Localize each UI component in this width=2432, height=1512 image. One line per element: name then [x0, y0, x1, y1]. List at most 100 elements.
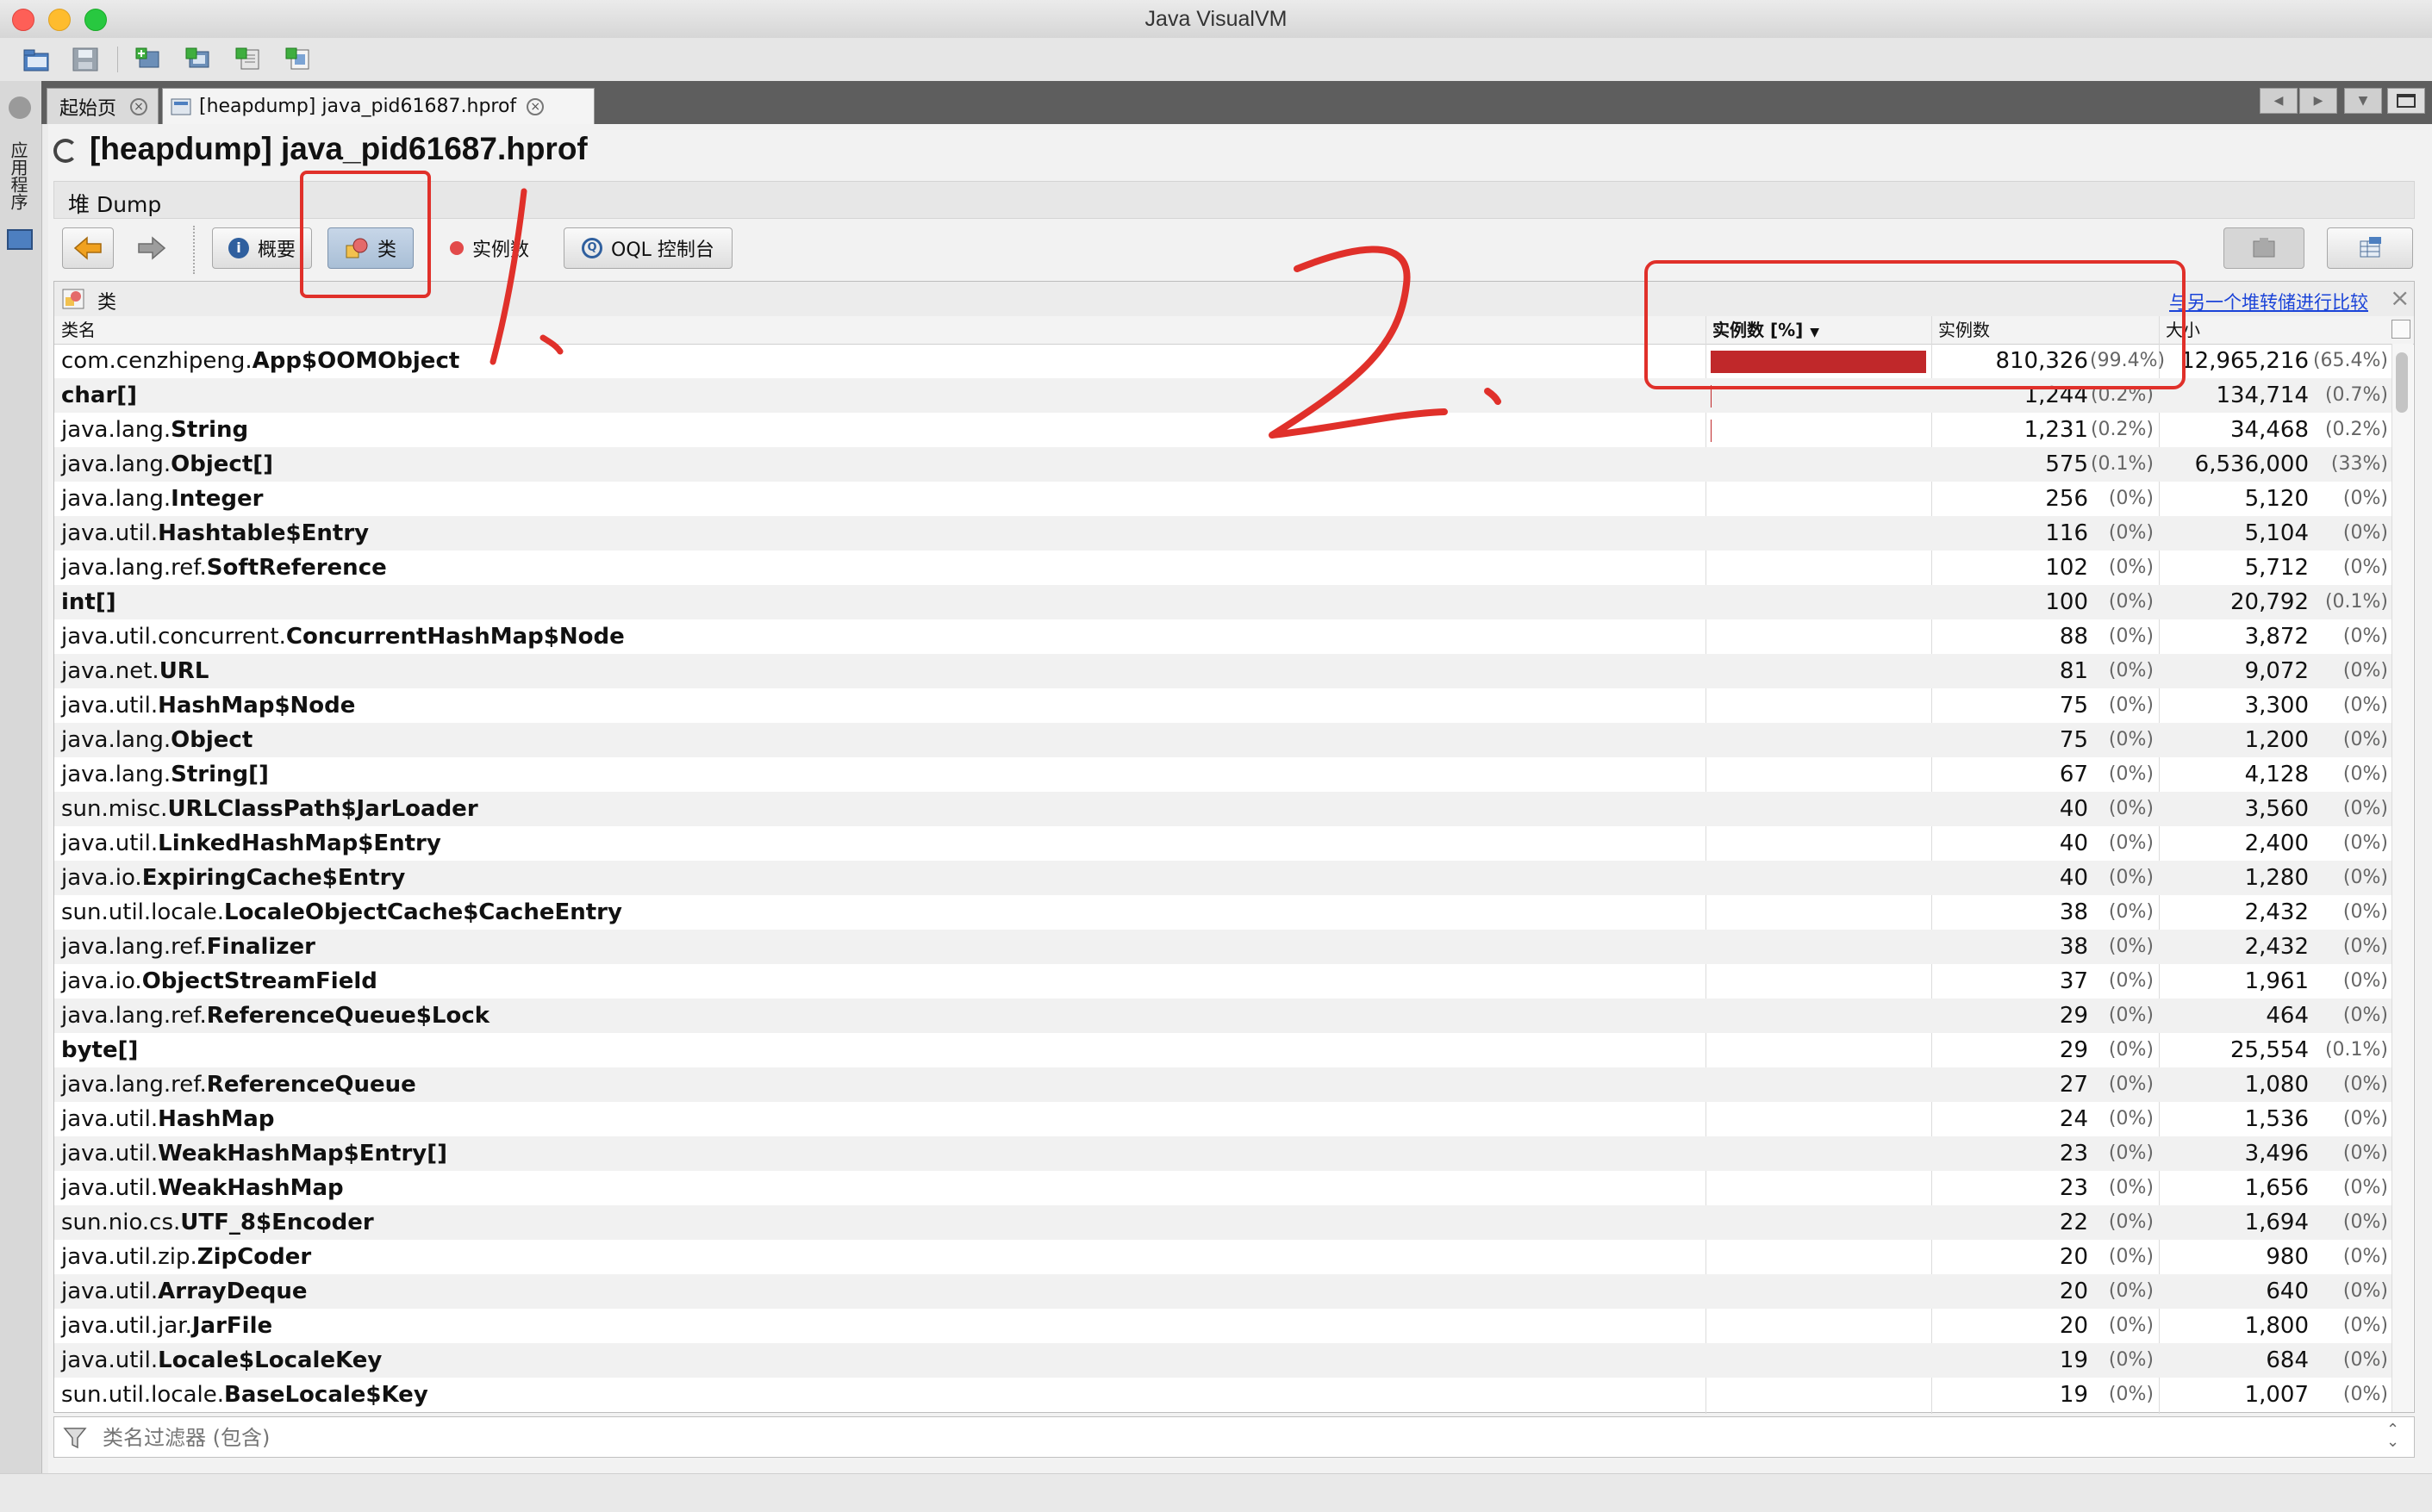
class-name-cell: sun.util.locale.LocaleObjectCache$CacheE… [61, 895, 622, 930]
table-row[interactable]: sun.misc.URLClassPath$JarLoader 40 (0%) 3,5… [54, 792, 2391, 826]
column-header-instances-pct[interactable]: 实例数 [%] ▼ [1712, 316, 1819, 344]
compare-heapdump-link[interactable]: 与另一个堆转储进行比较 [2169, 289, 2368, 314]
applications-tab-label[interactable]: 应用程序 [8, 141, 31, 210]
save-button[interactable] [67, 42, 103, 77]
table-row[interactable]: java.lang.ref.SoftReference 102 (0%) 5,712 (… [54, 551, 2391, 585]
table-row[interactable]: java.lang.ref.Finalizer 38 (0%) 2,432 (0%) [54, 930, 2391, 964]
table-row[interactable]: java.io.ExpiringCache$Entry 40 (0%) 1,280 (0… [54, 861, 2391, 895]
class-name-cell: com.cenzhipeng.App$OOMObject [61, 344, 459, 378]
scrollbar-thumb[interactable] [2396, 352, 2408, 413]
instances-view-button[interactable]: 实例数 [431, 227, 548, 269]
table-row[interactable]: int[] 100 (0%) 20,792 (0.1%) [54, 585, 2391, 619]
size-bytes: 1,200 [2244, 727, 2309, 753]
table-row[interactable]: java.util.Locale$LocaleKey 19 (0%) 684 (0%) [54, 1343, 2391, 1378]
classes-panel-header: 类 与另一个堆转储进行比较 × [54, 282, 2414, 317]
window-title: Java VisualVM [1144, 7, 1288, 31]
snapshot-icon [285, 47, 309, 70]
table-row[interactable]: java.net.URL 81 (0%) 9,072 (0%) [54, 654, 2391, 688]
snapshot-disabled-button[interactable] [2223, 227, 2304, 269]
size-bytes: 3,300 [2244, 693, 2309, 719]
table-row[interactable]: java.lang.String 1,231 (0.2%) 34,468 (0.2%) [54, 413, 2391, 447]
filter-options-stepper-icon[interactable]: ⌃ ⌄ [2386, 1422, 2399, 1450]
open-file-button[interactable] [19, 42, 55, 77]
add-vm-coredump-button[interactable] [231, 42, 267, 77]
maximize-icon [2397, 94, 2416, 108]
add-snapshot-button[interactable] [281, 42, 317, 77]
classes-view-label: 类 [377, 240, 396, 261]
maximize-editor-button[interactable] [2387, 88, 2425, 114]
back-button[interactable] [62, 227, 114, 269]
table-vertical-scrollbar[interactable] [2391, 344, 2413, 1412]
size-percent: (0%) [2342, 1005, 2388, 1026]
size-bytes: 12,965,216 [2180, 348, 2309, 374]
class-package: java.io. [61, 865, 142, 891]
table-row[interactable]: java.lang.Object 75 (0%) 1,200 (0%) [54, 723, 2391, 757]
table-row[interactable]: java.lang.Integer 256 (0%) 5,120 (0%) [54, 482, 2391, 516]
table-row[interactable]: com.cenzhipeng.App$OOMObject 810,326 (99.4… [54, 344, 2391, 378]
close-tab-icon[interactable]: × [527, 97, 545, 115]
table-row[interactable]: java.util.HashMap$Node 75 (0%) 3,300 (0%) [54, 688, 2391, 723]
column-header-size[interactable]: 大小 [2166, 316, 2200, 344]
add-jmx-connection-button[interactable] [131, 42, 167, 77]
oql-console-button[interactable]: Q OQL 控制台 [564, 227, 733, 269]
table-row[interactable]: byte[] 29 (0%) 25,554 (0.1%) [54, 1033, 2391, 1067]
table-row[interactable]: java.util.WeakHashMap 23 (0%) 1,656 (0%) [54, 1171, 2391, 1205]
class-name-cell: byte[] [61, 1033, 138, 1067]
camera-icon [2253, 238, 2275, 258]
heapdump-settings-button[interactable] [2327, 227, 2413, 269]
status-bar [0, 1473, 2432, 1512]
instances-count: 1,244 [2024, 383, 2088, 408]
column-header-instances[interactable]: 实例数 [1938, 316, 1990, 344]
table-row[interactable]: java.lang.Object[] 575 (0.1%) 6,536,000 (33%… [54, 447, 2391, 482]
chevron-left-icon: ◀ [2273, 94, 2284, 108]
class-table-body: com.cenzhipeng.App$OOMObject 810,326 (99.4… [54, 344, 2391, 1412]
instances-count: 67 [2059, 762, 2088, 787]
table-row[interactable]: java.lang.ref.ReferenceQueue 27 (0%) 1,080 (… [54, 1067, 2391, 1102]
table-row[interactable]: char[] 1,244 (0.2%) 134,714 (0.7%) [54, 378, 2391, 413]
size-bytes: 980 [2266, 1244, 2309, 1270]
table-row[interactable]: java.util.WeakHashMap$Entry[] 23 (0%) 3,496… [54, 1136, 2391, 1171]
classes-view-button[interactable]: 类 [327, 227, 414, 269]
table-row[interactable]: java.lang.ref.ReferenceQueue$Lock 29 (0%) 4… [54, 999, 2391, 1033]
tab-list-dropdown[interactable]: ▼ [2344, 88, 2382, 114]
class-name-filter-input[interactable] [101, 1422, 2345, 1453]
table-row[interactable]: java.util.ArrayDeque 20 (0%) 640 (0%) [54, 1274, 2391, 1309]
column-header-class-name[interactable]: 类名 [61, 316, 96, 344]
table-row[interactable]: sun.nio.cs.UTF_8$Encoder 22 (0%) 1,694 (0%) [54, 1205, 2391, 1240]
table-row[interactable]: sun.util.locale.BaseLocale$Key 19 (0%) 1,00… [54, 1378, 2391, 1412]
size-percent: (0%) [2342, 936, 2388, 957]
applications-window-icon[interactable] [7, 229, 33, 250]
close-panel-icon[interactable]: × [2390, 283, 2410, 312]
instance-dot-icon [449, 241, 464, 255]
table-row[interactable]: sun.util.locale.LocaleObjectCache$CacheE… [54, 895, 2391, 930]
forward-button[interactable] [126, 227, 178, 269]
summary-view-button[interactable]: i 概要 [212, 227, 312, 269]
scroll-tabs-right-button[interactable]: ▶ [2299, 88, 2337, 114]
table-row[interactable]: java.util.LinkedHashMap$Entry 40 (0%) 2,400… [54, 826, 2391, 861]
size-percent: (0%) [2342, 488, 2388, 509]
add-connection-icon [135, 47, 159, 68]
table-row[interactable]: java.util.HashMap 24 (0%) 1,536 (0%) [54, 1102, 2391, 1136]
restore-panel-icon[interactable] [9, 96, 31, 119]
instances-count: 1,231 [2024, 417, 2088, 443]
filter-funnel-icon[interactable] [63, 1426, 89, 1450]
tab-heapdump[interactable]: [heapdump] java_pid61687.hprof × [162, 88, 595, 124]
table-row[interactable]: java.io.ObjectStreamField 37 (0%) 1,961 (0%) [54, 964, 2391, 999]
table-row[interactable]: java.util.concurrent.ConcurrentHashMap$N… [54, 619, 2391, 654]
instances-count: 19 [2059, 1382, 2088, 1408]
table-row[interactable]: java.lang.String[] 67 (0%) 4,128 (0%) [54, 757, 2391, 792]
size-bytes: 34,468 [2230, 417, 2309, 443]
size-percent: (0%) [2342, 694, 2388, 716]
scroll-tabs-left-button[interactable]: ◀ [2260, 88, 2298, 114]
add-remote-host-button[interactable] [181, 42, 217, 77]
column-selector-icon[interactable] [2391, 320, 2410, 339]
close-tab-icon[interactable]: × [130, 97, 148, 115]
tab-start-page[interactable]: 起始页 × [47, 88, 159, 124]
applications-side-strip: 应用程序 [0, 81, 42, 1473]
class-simple-name: WeakHashMap$Entry[] [158, 1141, 447, 1167]
class-name-cell: java.lang.String[] [61, 757, 269, 792]
size-bytes: 25,554 [2230, 1037, 2309, 1063]
table-row[interactable]: java.util.Hashtable$Entry 116 (0%) 5,104 (0%… [54, 516, 2391, 551]
table-row[interactable]: java.util.zip.ZipCoder 20 (0%) 980 (0%) [54, 1240, 2391, 1274]
table-row[interactable]: java.util.jar.JarFile 20 (0%) 1,800 (0%) [54, 1309, 2391, 1343]
